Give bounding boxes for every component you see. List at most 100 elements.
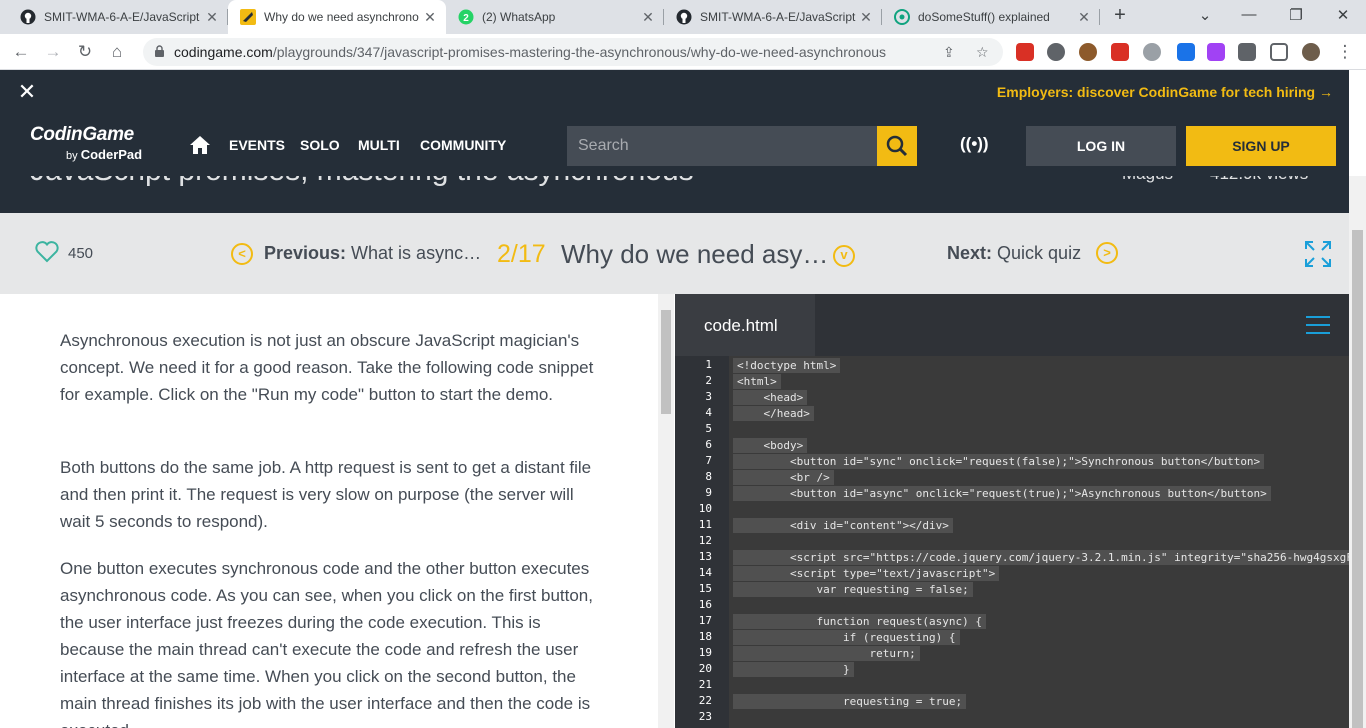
fullscreen-icon[interactable] (1305, 241, 1331, 267)
line-number: 18 (698, 630, 712, 643)
line-number: 14 (698, 566, 712, 579)
lesson-navigation: 450 < Previous: What is async… 2/17 Why … (0, 213, 1349, 294)
browser-tab[interactable]: doSomeStuff() explained ✕ (882, 0, 1100, 34)
puzzle-icon[interactable] (1238, 43, 1256, 61)
view-count: 412.9k views (1210, 176, 1308, 184)
restore-icon[interactable]: ❐ (1284, 6, 1308, 24)
login-button[interactable]: LOG IN (1026, 126, 1176, 166)
code-line: function request(async) { (733, 614, 987, 629)
line-number: 19 (698, 646, 712, 659)
file-tab[interactable]: code.html (675, 294, 815, 356)
window-close-icon[interactable]: ✕ (1331, 6, 1355, 24)
line-number-gutter: 1 2 3 4 5 6 7 8 9 10 11 12 13 14 15 16 17 18 19 20 21 22 23 (675, 356, 729, 728)
nav-solo[interactable]: SOLO (300, 137, 340, 153)
tab-search-icon[interactable]: ⌄ (1193, 6, 1217, 24)
whatsapp-icon: 2 (458, 9, 474, 25)
chevron-down-icon[interactable]: v (833, 245, 855, 267)
github-icon (20, 9, 36, 25)
code-line: <html> (733, 374, 781, 389)
url-bar[interactable]: codingame.com/playgrounds/347/javascript… (143, 38, 1003, 66)
browser-tab[interactable]: 2 (2) WhatsApp ✕ (446, 0, 664, 34)
code-line: </head> (733, 406, 814, 421)
page-scrollbar-thumb[interactable] (1352, 230, 1363, 728)
search-input[interactable]: Search (567, 126, 877, 166)
like-count: 450 (68, 245, 94, 262)
close-icon[interactable]: ✕ (638, 9, 658, 26)
share-icon[interactable]: ⇪ (943, 44, 955, 61)
extension-icon[interactable] (1143, 43, 1161, 61)
close-icon[interactable]: ✕ (420, 9, 440, 26)
line-number: 23 (698, 710, 712, 723)
nav-events[interactable]: EVENTS (229, 137, 285, 153)
home-icon[interactable]: ⌂ (106, 41, 128, 63)
bookmark-star-icon[interactable]: ☆ (976, 44, 989, 61)
code-line: <button id="async" onclick="request(true… (733, 486, 1271, 501)
adblock-icon[interactable] (1016, 43, 1034, 61)
code-editor-panel: code.html 1 2 3 4 5 6 7 8 9 10 11 12 13 14 15 16 17 18 19 2… (675, 294, 1349, 728)
reload-icon[interactable]: ↻ (74, 41, 96, 63)
browser-tab[interactable]: SMIT-WMA-6-A-E/JavaScript ✕ (664, 0, 882, 34)
code-line: <!doctype html> (733, 358, 841, 373)
eyedropper-icon[interactable] (1177, 43, 1195, 61)
previous-lesson-link[interactable]: Previous: What is async… (264, 243, 481, 264)
browser-tab[interactable]: SMIT-WMA-6-A-E/JavaScript ✕ (8, 0, 228, 34)
abp-icon[interactable] (1111, 43, 1129, 61)
text-scrollbar-thumb[interactable] (661, 310, 671, 414)
close-icon[interactable]: ✕ (856, 9, 876, 26)
code-line: var requesting = false; (733, 582, 973, 597)
cookie-icon[interactable] (1079, 43, 1097, 61)
tab-title: Why do we need asynchrono (264, 10, 419, 24)
url-text: codingame.com/playgrounds/347/javascript… (174, 44, 887, 60)
chevron-left-icon[interactable]: < (231, 243, 253, 265)
line-number: 10 (698, 502, 712, 515)
site-header: CodinGame by CoderPad EVENTS SOLO MULTI … (0, 116, 1349, 176)
avatar[interactable] (1302, 43, 1320, 61)
address-toolbar: ← → ↻ ⌂ codingame.com/playgrounds/347/ja… (0, 34, 1366, 70)
code-line: <script type="text/javascript"> (733, 566, 1000, 581)
close-icon[interactable]: ✕ (202, 9, 222, 26)
close-icon[interactable]: ✕ (1074, 9, 1094, 26)
line-number: 3 (705, 390, 712, 403)
author-name[interactable]: Magus (1122, 176, 1173, 184)
nav-multi[interactable]: MULTI (358, 137, 400, 153)
hamburger-menu-icon[interactable] (1306, 316, 1330, 334)
heart-icon[interactable] (35, 241, 59, 263)
kebab-menu-icon[interactable]: ⋮ (1334, 41, 1356, 63)
line-number: 20 (698, 662, 712, 675)
forward-arrow-icon[interactable]: → (42, 41, 64, 63)
employers-link[interactable]: Employers: discover CodinGame for tech h… (997, 84, 1333, 100)
code-line: <br /> (733, 470, 834, 485)
editor-header: code.html (675, 294, 1349, 356)
home-icon[interactable] (190, 136, 210, 154)
gradient-extension-icon[interactable] (1207, 43, 1225, 61)
robot-extension-icon[interactable] (1047, 43, 1065, 61)
line-number: 6 (705, 438, 712, 451)
new-tab-button[interactable]: + (1108, 4, 1132, 27)
nav-community[interactable]: COMMUNITY (420, 137, 506, 153)
next-lesson-link[interactable]: Next: Quick quiz (947, 243, 1081, 264)
browser-tab-active[interactable]: Why do we need asynchrono ✕ (228, 0, 446, 34)
close-icon[interactable]: ✕ (16, 81, 38, 103)
tab-title: SMIT-WMA-6-A-E/JavaScript (44, 10, 200, 24)
codingame-logo[interactable]: CodinGame by CoderPad (30, 124, 142, 162)
side-panel-icon[interactable] (1270, 43, 1288, 61)
live-broadcast-icon[interactable]: ((•)) (960, 134, 989, 154)
minimize-icon[interactable]: — (1237, 6, 1261, 23)
search-icon (886, 135, 908, 157)
code-line: return; (733, 646, 920, 661)
chevron-right-icon[interactable]: > (1096, 242, 1118, 264)
line-number: 11 (698, 518, 712, 531)
search-button[interactable] (877, 126, 917, 166)
github-icon (676, 9, 692, 25)
signup-button[interactable]: SIGN UP (1186, 126, 1336, 166)
playground-title-strip: JavaScript promises, mastering the async… (0, 176, 1349, 213)
back-arrow-icon[interactable]: ← (10, 41, 32, 63)
lesson-counter: 2/17 (497, 240, 546, 268)
tab-title: doSomeStuff() explained (918, 10, 1050, 24)
code-line: if (requesting) { (733, 630, 960, 645)
codingame-icon (240, 9, 256, 25)
